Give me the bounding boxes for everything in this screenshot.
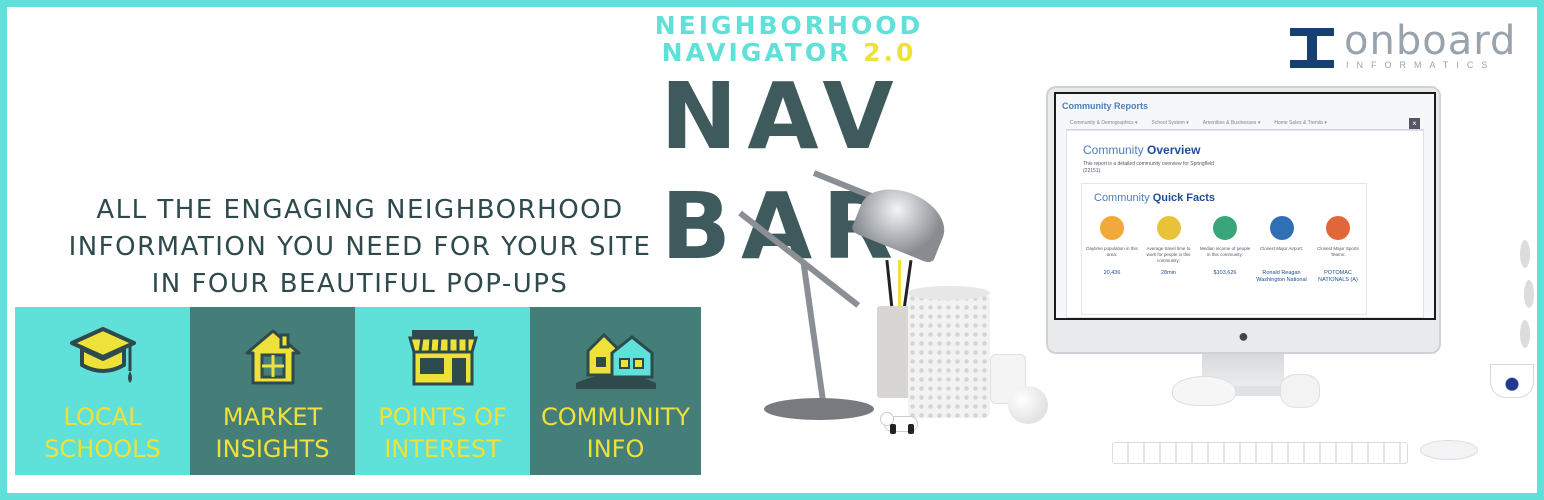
storefront-icon bbox=[406, 323, 480, 391]
fact-value: Ronald Reagan Washington National bbox=[1256, 270, 1307, 283]
vase-rim bbox=[908, 286, 990, 300]
tile-label-line-1: MARKET bbox=[222, 403, 323, 431]
desk-scene: Community Reports Community & Demographi… bbox=[720, 80, 1540, 480]
logo-mark-stem bbox=[1307, 36, 1317, 60]
tile-local-schools-label: LOCAL SCHOOLS bbox=[15, 401, 190, 465]
keyboard bbox=[1112, 442, 1408, 464]
fact-daytime-population: Daytime population in this area: 20,436 bbox=[1086, 216, 1138, 284]
house-icon bbox=[243, 323, 303, 391]
tagline-line-3: IN FOUR BEAUTIFUL POP-UPS bbox=[151, 269, 569, 299]
plant-leaf bbox=[1520, 320, 1530, 348]
fact-closest-airport: Closest Major Airport: Ronald Reagan Was… bbox=[1256, 216, 1308, 284]
quick-facts-title: Community Quick Facts bbox=[1094, 192, 1215, 204]
tile-label-line-2: INSIGHTS bbox=[215, 435, 330, 463]
logo-wordmark: onboard bbox=[1344, 18, 1517, 64]
plant-leaf bbox=[1520, 240, 1530, 268]
tagline-line-2: INFORMATION YOU NEED FOR YOUR SITE bbox=[68, 232, 652, 262]
fact-label: Daytime population in this area: bbox=[1086, 246, 1138, 257]
lamp-base bbox=[764, 398, 874, 420]
logo-mark-bar-bottom bbox=[1290, 60, 1334, 68]
tile-label-line-2: SCHOOLS bbox=[44, 435, 161, 463]
panda-figurine bbox=[880, 410, 920, 434]
crumpled-paper bbox=[1280, 374, 1320, 408]
overview-description: This report is a detailed community over… bbox=[1083, 161, 1214, 174]
onboard-logo: onboard INFORMATICS bbox=[1290, 18, 1535, 72]
onboard-logo-mark-icon bbox=[1290, 28, 1334, 68]
monitor-screen: Community Reports Community & Demographi… bbox=[1054, 92, 1436, 320]
product-kicker: NEIGHBORHOOD NAVIGATOR 2.0 bbox=[654, 12, 924, 66]
fact-travel-time: Average travel time to work for people i… bbox=[1143, 216, 1195, 284]
fact-median-income: Median income of people in this communit… bbox=[1199, 216, 1251, 284]
fact-value: POTOMAC NATIONALS (A) bbox=[1318, 270, 1358, 283]
fact-value: 20,436 bbox=[1103, 270, 1121, 276]
community-report-popup: Community Reports Community & Demographi… bbox=[1056, 94, 1434, 318]
tile-label-line-1: COMMUNITY bbox=[541, 403, 690, 431]
fact-sports-teams: Closest Major Sports Teams: POTOMAC NATI… bbox=[1312, 216, 1364, 284]
tile-market-insights-label: MARKET INSIGHTS bbox=[190, 401, 355, 465]
fact-label: Closest Major Sports Teams: bbox=[1317, 246, 1359, 257]
tile-label-line-1: LOCAL bbox=[63, 403, 142, 431]
report-title: Community Reports bbox=[1062, 101, 1149, 111]
plant-leaf bbox=[1524, 280, 1534, 308]
report-tabs: Community & Demographics ▾ School System… bbox=[1066, 116, 1424, 130]
tile-label-line-2: INTEREST bbox=[384, 435, 501, 463]
tile-points-of-interest-label: POINTS OF INTEREST bbox=[355, 401, 530, 465]
population-icon bbox=[1100, 216, 1124, 240]
quick-facts-card: Community Quick Facts Daytime population… bbox=[1081, 183, 1367, 315]
tab-home-sales-trends[interactable]: Home Sales & Trends ▾ bbox=[1274, 120, 1327, 126]
teacup bbox=[1490, 364, 1534, 398]
logo-subtext: INFORMATICS bbox=[1346, 60, 1496, 70]
tile-community-info-label: COMMUNITY INFO bbox=[530, 401, 701, 465]
quick-facts-prefix: Community bbox=[1094, 192, 1150, 204]
mouse bbox=[1420, 440, 1478, 460]
lamp-arm bbox=[738, 210, 861, 308]
quick-facts-strong: Quick Facts bbox=[1152, 192, 1216, 204]
wallet-icon bbox=[1213, 216, 1237, 240]
tile-market-insights: MARKET INSIGHTS bbox=[190, 307, 355, 475]
plant-stem bbox=[1520, 240, 1534, 360]
tab-community-demographics[interactable]: Community & Demographics ▾ bbox=[1070, 120, 1138, 126]
bird-figurine bbox=[1172, 376, 1236, 406]
tile-community-info: COMMUNITY INFO bbox=[530, 307, 701, 475]
pen bbox=[885, 259, 894, 311]
report-panel: Community Overview This report is a deta… bbox=[1066, 130, 1424, 318]
decorative-vase bbox=[908, 294, 990, 418]
fact-value: $103,626 bbox=[1213, 270, 1237, 276]
computer-monitor: Community Reports Community & Demographi… bbox=[1046, 86, 1441, 354]
fact-label: Average travel time to work for people i… bbox=[1146, 246, 1191, 263]
overview-title-strong: Overview bbox=[1147, 143, 1201, 157]
quick-facts-grid: Daytime population in this area: 20,436 … bbox=[1086, 216, 1364, 284]
tile-points-of-interest: POINTS OF INTEREST bbox=[355, 307, 530, 475]
tagline: ALL THE ENGAGING NEIGHBORHOOD INFORMATIO… bbox=[20, 192, 700, 303]
panda-leg bbox=[890, 424, 896, 434]
tab-amenities-businesses[interactable]: Amenities & Businesses ▾ bbox=[1203, 120, 1261, 126]
graduation-cap-icon bbox=[68, 323, 138, 391]
apple-logo-icon: ● bbox=[1238, 326, 1249, 346]
car-icon bbox=[1156, 216, 1181, 240]
fact-label: Closest Major Airport: bbox=[1259, 246, 1303, 251]
tab-school-system[interactable]: School System ▾ bbox=[1152, 120, 1189, 126]
decorative-orb bbox=[1008, 386, 1048, 424]
tagline-line-1: ALL THE ENGAGING NEIGHBORHOOD bbox=[96, 195, 624, 225]
panda-leg bbox=[908, 424, 914, 434]
close-icon[interactable]: × bbox=[1409, 118, 1420, 129]
sports-ball-icon bbox=[1326, 216, 1350, 240]
logo-mark-bar-top bbox=[1290, 28, 1334, 36]
pen bbox=[898, 260, 901, 310]
fact-label: Median income of people in this communit… bbox=[1199, 246, 1251, 257]
fact-value: 28min bbox=[1161, 270, 1176, 276]
overview-title: Community Overview bbox=[1083, 143, 1200, 157]
overview-title-prefix: Community bbox=[1083, 143, 1144, 157]
tile-label-line-1: POINTS OF bbox=[378, 403, 507, 431]
tile-local-schools: LOCAL SCHOOLS bbox=[15, 307, 190, 475]
kicker-line-1: NEIGHBORHOOD bbox=[654, 11, 924, 40]
airplane-icon bbox=[1269, 216, 1294, 240]
neighborhood-icon bbox=[574, 323, 658, 391]
feature-tiles: LOCAL SCHOOLS MARKET INSIGHTS POINTS OF … bbox=[15, 307, 701, 475]
tile-label-line-2: INFO bbox=[586, 435, 645, 463]
